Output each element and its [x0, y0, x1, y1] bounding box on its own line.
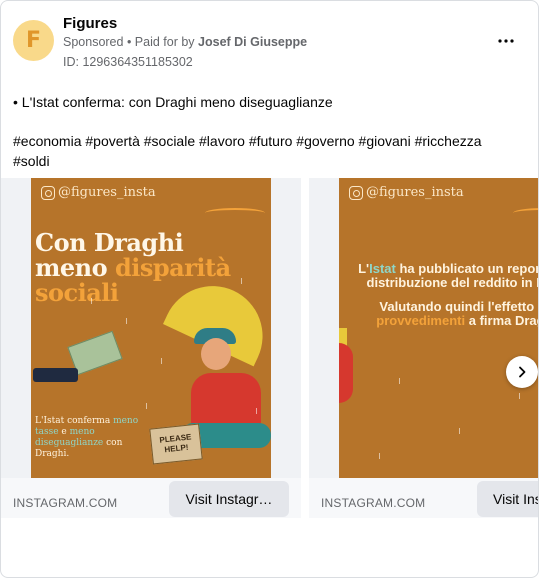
rain-drop — [519, 393, 520, 399]
sponsored-line: Sponsored • Paid for by Josef Di Giusepp… — [63, 35, 307, 49]
slide-2-paragraph-2: Valutando quindi l'effetto dei provvedim… — [353, 299, 539, 328]
rain-drop — [379, 453, 380, 459]
ad-card: F Figures Sponsored • Paid for by Josef … — [0, 0, 539, 578]
hand-illustration — [33, 368, 78, 382]
headline-line-1: Con Draghi — [35, 228, 184, 257]
payer-name: Josef Di Giuseppe — [198, 35, 308, 49]
carousel-card-2[interactable]: @figures_insta L'Istat ha pubblicato un … — [309, 178, 539, 518]
ad-id: ID: 1296364351185302 — [63, 55, 193, 69]
caption-a: L'Istat conferma — [35, 416, 114, 426]
chevron-right-icon — [519, 366, 526, 378]
person-illustration — [339, 343, 353, 403]
head-illustration — [201, 338, 231, 370]
slide-2-text-a: L' — [358, 261, 370, 276]
instagram-handle: @figures_insta — [349, 185, 464, 200]
rain-drop — [126, 318, 127, 324]
page-name-link[interactable]: Figures — [63, 15, 117, 32]
carousel-card-2-image[interactable]: @figures_insta L'Istat ha pubblicato un … — [339, 178, 539, 478]
rain-drop — [241, 278, 242, 284]
slide-2-text-b: Istat — [369, 261, 396, 276]
card-2-domain: INSTAGRAM.COM — [321, 496, 426, 510]
post-hashtags[interactable]: #economia #povertà #sociale #lavoro #fut… — [13, 131, 518, 171]
slide-2-text-f: a firma Draghi. — [468, 313, 538, 328]
rain-drop — [161, 358, 162, 364]
sponsored-label: Sponsored — [63, 35, 124, 49]
headline-line-2: meno disparità — [35, 255, 231, 280]
instagram-handle-text: @figures_insta — [58, 185, 156, 200]
slide-2-text-d: Valutando quindi l'effetto dei — [379, 299, 539, 314]
rain-drop — [459, 428, 460, 434]
slide-caption: L'Istat conferma meno tasse e meno diseg… — [35, 416, 145, 460]
rain-drop — [146, 403, 147, 409]
instagram-icon — [41, 185, 55, 200]
decorative-swoosh — [513, 208, 538, 218]
post-header: F Figures Sponsored • Paid for by Josef … — [13, 13, 526, 73]
visit-instagram-button[interactable]: Visit Ins — [477, 481, 538, 517]
person-illustration — [191, 373, 261, 428]
rain-drop — [91, 298, 92, 304]
page-avatar[interactable]: F — [13, 20, 54, 61]
caption-c: e — [58, 427, 70, 437]
card-1-domain: INSTAGRAM.COM — [13, 496, 118, 510]
ad-carousel: @figures_insta Con Draghi meno disparità… — [1, 178, 539, 523]
decorative-swoosh — [205, 208, 265, 218]
paid-for-label: • Paid for by — [123, 35, 199, 49]
rain-drop — [399, 378, 400, 384]
carousel-next-button[interactable] — [506, 356, 538, 388]
slide-2-text-e: provvedimenti — [376, 313, 466, 328]
slide-2-text: L'Istat ha pubblicato un report sulla di… — [353, 261, 539, 328]
rain-drop — [256, 408, 257, 414]
instagram-handle-text: @figures_insta — [366, 185, 464, 200]
instagram-icon — [349, 185, 363, 200]
headline-line-2-b: disparità — [114, 253, 231, 282]
instagram-handle: @figures_insta — [41, 185, 156, 200]
more-options-button[interactable] — [494, 29, 518, 53]
please-help-sign: PLEASE HELP! — [149, 423, 203, 465]
visit-instagram-button[interactable]: Visit Instagr… — [169, 481, 289, 517]
more-dots-icon — [498, 39, 514, 43]
post-body-text: • L'Istat conferma: con Draghi meno dise… — [13, 94, 333, 110]
slide-2-paragraph-1: L'Istat ha pubblicato un report sulla di… — [353, 261, 538, 290]
carousel-card-1-image[interactable]: @figures_insta Con Draghi meno disparità… — [31, 178, 271, 478]
carousel-card-1[interactable]: @figures_insta Con Draghi meno disparità… — [1, 178, 301, 518]
